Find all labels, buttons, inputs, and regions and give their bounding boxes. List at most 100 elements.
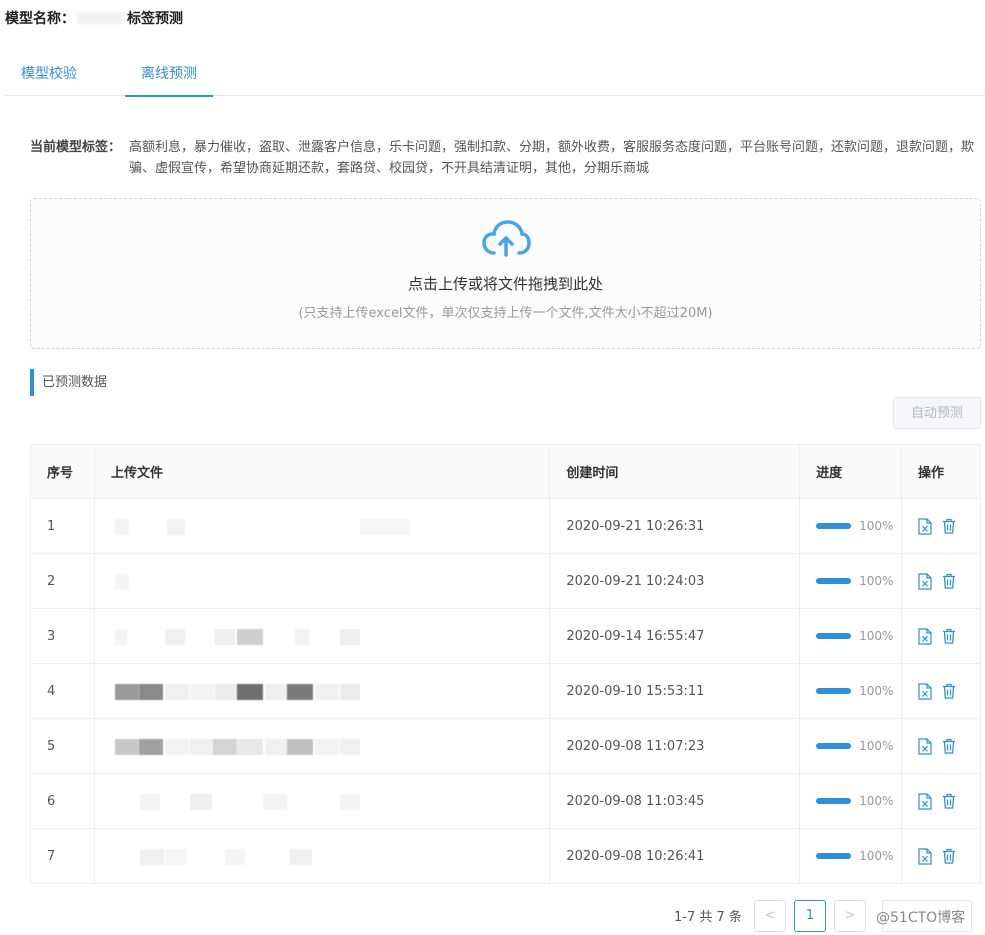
cell-file xyxy=(94,608,551,664)
excel-file-icon[interactable] xyxy=(918,572,932,590)
col-progress: 进度 xyxy=(799,444,903,499)
cloud-upload-icon xyxy=(481,220,531,257)
prev-page-button[interactable]: < xyxy=(754,900,786,932)
redacted-block xyxy=(114,629,127,645)
table-row: 3 2020-09-14 16:55:47 100% xyxy=(30,608,981,664)
table-row: 1 2020-09-21 10:26:31 100% xyxy=(30,498,981,554)
redacted-block xyxy=(236,739,263,755)
cell-file xyxy=(94,718,551,774)
tab-model-check[interactable]: 模型校验 xyxy=(21,50,77,96)
progress-text: 100% xyxy=(859,574,894,588)
excel-file-icon[interactable] xyxy=(918,792,932,810)
progress-text: 100% xyxy=(859,849,894,863)
cell-time: 2020-09-08 10:26:41 xyxy=(549,828,801,884)
progress-bar xyxy=(816,633,852,639)
cell-file xyxy=(94,663,551,719)
redacted-block xyxy=(294,629,309,645)
redacted-block xyxy=(189,684,214,700)
trash-icon[interactable] xyxy=(942,573,956,589)
redacted-block xyxy=(164,739,189,755)
redacted-block xyxy=(339,629,360,645)
model-title-suffix: 标签预测 xyxy=(127,11,183,27)
auto-predict-button[interactable]: 自动预测 xyxy=(893,397,981,429)
col-index: 序号 xyxy=(30,444,95,499)
col-file: 上传文件 xyxy=(94,444,551,499)
excel-file-icon[interactable] xyxy=(918,627,932,645)
progress-bar xyxy=(816,523,852,529)
cell-file xyxy=(94,828,551,884)
cell-progress: 100% xyxy=(799,553,903,609)
progress-bar xyxy=(816,578,852,584)
cell-index: 7 xyxy=(30,828,95,884)
trash-icon[interactable] xyxy=(942,628,956,644)
redacted-block xyxy=(138,684,163,700)
trash-icon[interactable] xyxy=(942,793,956,809)
page-1-button[interactable]: 1 xyxy=(794,900,826,932)
watermark: @51CTO博客 xyxy=(876,910,966,926)
progress-text: 100% xyxy=(859,739,894,753)
upload-main-text: 点击上传或将文件拖拽到此处 xyxy=(407,275,603,293)
redacted-block xyxy=(138,739,163,755)
cell-progress: 100% xyxy=(799,608,903,664)
cell-index: 2 xyxy=(30,553,95,609)
cell-time: 2020-09-10 15:53:11 xyxy=(549,663,801,719)
redacted-file-name xyxy=(95,571,549,591)
redacted-block xyxy=(264,684,287,700)
cell-time: 2020-09-08 11:07:23 xyxy=(549,718,801,774)
redacted-block xyxy=(214,629,235,645)
upload-dropzone[interactable]: 点击上传或将文件拖拽到此处 (只支持上传excel文件，单次仅支持上传一个文件,… xyxy=(30,198,981,349)
redacted-block xyxy=(212,739,237,755)
redacted-block xyxy=(286,739,313,755)
progress-text: 100% xyxy=(859,629,894,643)
cell-actions xyxy=(901,498,981,554)
redacted-file-name xyxy=(95,516,549,536)
redacted-block xyxy=(262,794,287,810)
progress-text: 100% xyxy=(859,519,894,533)
trash-icon[interactable] xyxy=(942,738,956,754)
redacted-block xyxy=(139,794,160,810)
redacted-block xyxy=(114,684,139,700)
excel-file-icon[interactable] xyxy=(918,847,932,865)
cell-progress: 100% xyxy=(799,718,903,774)
trash-icon[interactable] xyxy=(942,683,956,699)
table-row: 6 2020-09-08 11:03:45 100% xyxy=(30,773,981,829)
excel-file-icon[interactable] xyxy=(918,517,932,535)
cell-progress: 100% xyxy=(799,773,903,829)
cell-index: 1 xyxy=(30,498,95,554)
redacted-block xyxy=(139,849,164,865)
next-page-button[interactable]: > xyxy=(834,900,866,932)
redacted-name xyxy=(77,12,125,24)
upload-hint-text: (只支持上传excel文件，单次仅支持上传一个文件,文件大小不超过20M) xyxy=(298,306,713,321)
redacted-block xyxy=(164,849,187,865)
redacted-block xyxy=(339,684,360,700)
model-tags: 当前模型标签： 高额利息，暴力催收，盗取、泄露客户信息，乐卡问题，强制扣款、分期… xyxy=(30,137,975,179)
cell-index: 5 xyxy=(30,718,95,774)
redacted-block xyxy=(236,684,263,700)
pagination-total: 1-7 共 7 条 xyxy=(674,910,742,925)
progress-bar xyxy=(816,798,852,804)
redacted-block xyxy=(339,739,360,755)
progress-bar xyxy=(816,688,852,694)
trash-icon[interactable] xyxy=(942,848,956,864)
trash-icon[interactable] xyxy=(942,518,956,534)
redacted-block xyxy=(189,794,212,810)
cell-file xyxy=(94,773,551,829)
table-row: 5 2020-09-08 11:07:23 100% xyxy=(30,718,981,774)
cell-file xyxy=(94,553,551,609)
redacted-block xyxy=(314,684,339,700)
cell-time: 2020-09-08 11:03:45 xyxy=(549,773,801,829)
excel-file-icon[interactable] xyxy=(918,682,932,700)
model-title-prefix: 模型名称： xyxy=(5,11,75,27)
table-header-row: 序号 上传文件 创建时间 进度 操作 xyxy=(30,444,981,499)
redacted-block xyxy=(214,684,239,700)
cell-progress: 100% xyxy=(799,498,903,554)
excel-file-icon[interactable] xyxy=(918,737,932,755)
redacted-block xyxy=(224,849,245,865)
tags-label: 当前模型标签： xyxy=(30,140,122,155)
redacted-file-name xyxy=(95,626,549,646)
tab-offline-predict[interactable]: 离线预测 xyxy=(125,50,213,97)
redacted-block xyxy=(286,684,313,700)
cell-time: 2020-09-21 10:26:31 xyxy=(549,498,801,554)
cell-actions xyxy=(901,773,981,829)
progress-text: 100% xyxy=(859,794,894,808)
